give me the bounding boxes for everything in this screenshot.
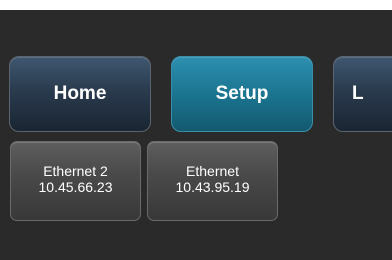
- setup-button[interactable]: Setup: [171, 56, 313, 132]
- main-panel: Home Setup L Ethernet 2 10.45.66.23 Ethe…: [0, 10, 392, 260]
- next-nav-button[interactable]: L: [333, 56, 392, 132]
- interface-name: Ethernet: [186, 163, 239, 179]
- next-nav-button-label: L: [352, 83, 364, 104]
- home-button-label: Home: [53, 83, 107, 104]
- setup-button-label: Setup: [215, 83, 269, 104]
- interface-button-ethernet-2[interactable]: Ethernet 2 10.45.66.23: [10, 141, 141, 221]
- interface-name: Ethernet 2: [43, 163, 108, 179]
- interface-ip: 10.43.95.19: [175, 179, 250, 195]
- home-button[interactable]: Home: [9, 56, 151, 132]
- interface-ip: 10.45.66.23: [38, 179, 113, 195]
- interface-button-ethernet[interactable]: Ethernet 10.43.95.19: [147, 141, 278, 221]
